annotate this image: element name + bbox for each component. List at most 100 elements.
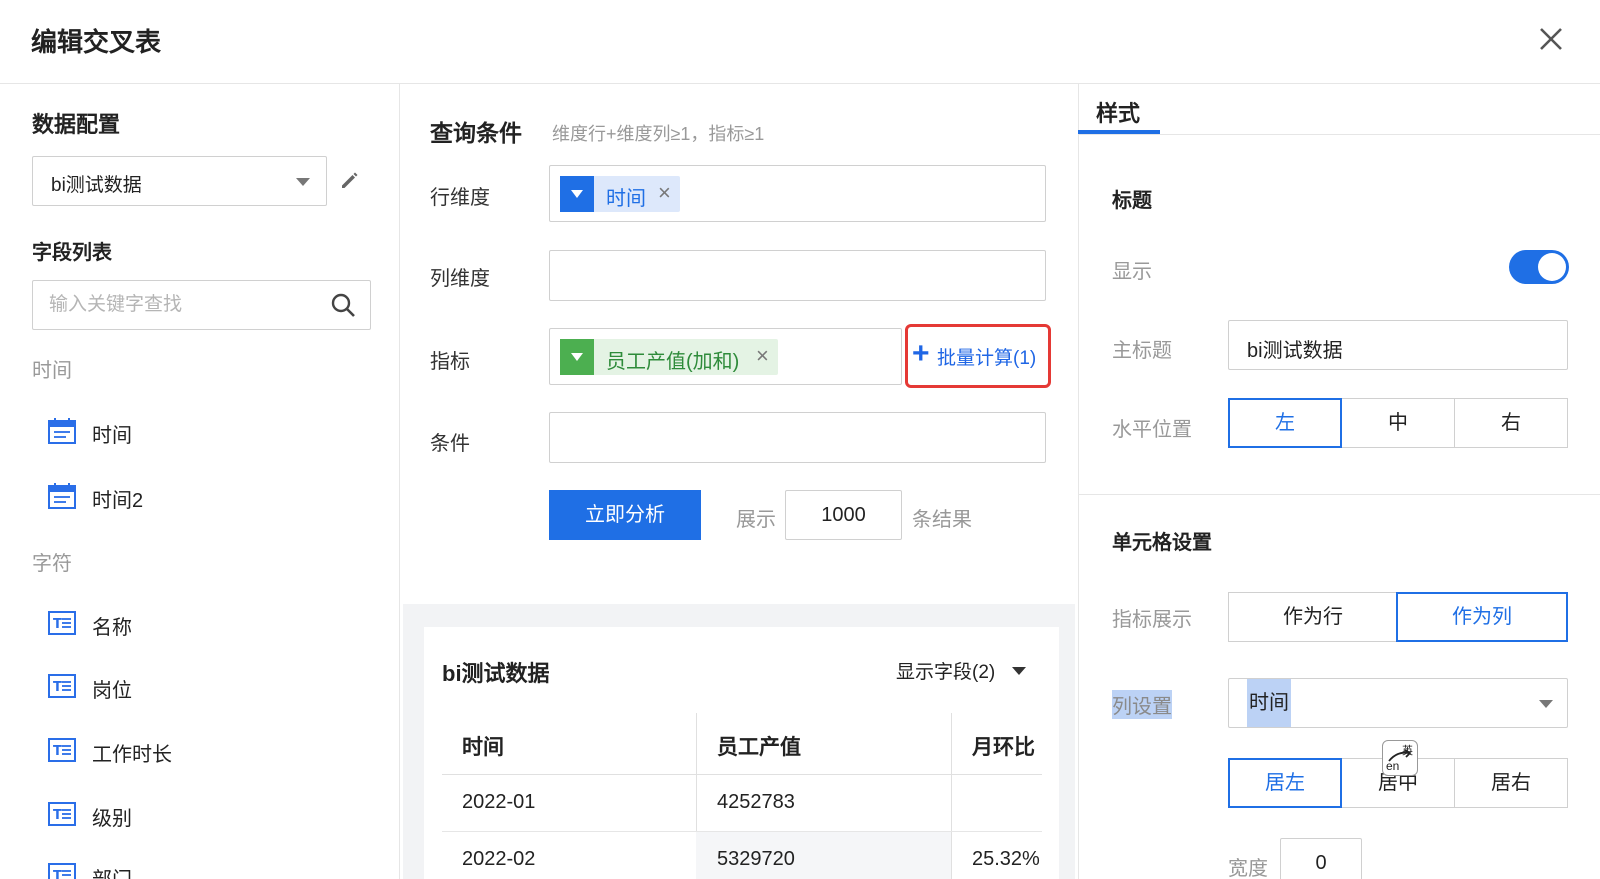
column-setting-label: 列设置 bbox=[1112, 690, 1172, 719]
tag-dropdown-icon[interactable] bbox=[560, 339, 594, 375]
plus-icon: + bbox=[912, 337, 930, 370]
table-row: 2022-02 5329720 25.32% bbox=[442, 832, 1042, 879]
width-label: 宽度 bbox=[1228, 858, 1268, 879]
field-search[interactable] bbox=[32, 280, 371, 330]
title-section-heading: 标题 bbox=[1112, 190, 1152, 212]
cell-section-heading: 单元格设置 bbox=[1112, 532, 1212, 554]
field-item-label: 工作时长 bbox=[92, 744, 172, 766]
query-hint: 维度行+维度列≥1，指标≥1 bbox=[552, 124, 765, 144]
batch-calculate-button[interactable]: + 批量计算(1) bbox=[905, 324, 1051, 388]
field-search-input[interactable] bbox=[49, 291, 319, 319]
calendar-icon bbox=[48, 483, 76, 509]
calendar-icon bbox=[48, 418, 76, 444]
dialog-title: 编辑交叉表 bbox=[31, 27, 162, 57]
close-icon[interactable] bbox=[1538, 26, 1564, 52]
remove-tag-icon[interactable]: × bbox=[658, 180, 671, 206]
table-cell: 5329720 bbox=[717, 848, 795, 870]
column-dimension-dropzone[interactable] bbox=[549, 250, 1046, 301]
column-setting-value: 时间 bbox=[1247, 679, 1291, 727]
table-header: 时间 员工产值 月环比 bbox=[442, 713, 1042, 775]
field-item-label: 岗位 bbox=[92, 680, 132, 702]
tab-bar-line bbox=[1078, 134, 1600, 135]
metric-as-column-button[interactable]: 作为列 bbox=[1396, 592, 1568, 642]
svg-text:T: T bbox=[53, 808, 62, 823]
field-item-label: 级别 bbox=[92, 808, 132, 830]
show-title-toggle[interactable] bbox=[1509, 250, 1569, 284]
svg-text:T: T bbox=[53, 680, 62, 695]
svg-text:T: T bbox=[53, 869, 62, 879]
main-title-input[interactable]: bi测试数据 bbox=[1228, 320, 1568, 370]
table-cell: 4252783 bbox=[717, 791, 795, 813]
show-fields-dropdown[interactable]: 显示字段(2) bbox=[896, 657, 995, 684]
chevron-down-icon[interactable] bbox=[1012, 667, 1026, 675]
width-input[interactable]: 0 bbox=[1280, 838, 1362, 879]
field-item[interactable]: 时间 bbox=[48, 412, 368, 452]
analyze-button[interactable]: 立即分析 bbox=[549, 490, 701, 540]
h-position-left-button[interactable]: 左 bbox=[1228, 398, 1342, 448]
field-item[interactable]: T 部门 bbox=[48, 856, 368, 879]
column-header: 月环比 bbox=[972, 736, 1035, 759]
tab-active-indicator bbox=[1078, 130, 1160, 134]
result-limit-input[interactable]: 1000 bbox=[785, 490, 902, 540]
toggle-knob bbox=[1538, 253, 1566, 281]
h-position-label: 水平位置 bbox=[1112, 419, 1192, 441]
ime-indicator-icon: 英 en bbox=[1382, 740, 1418, 776]
show-fields-label: 显示字段(2) bbox=[896, 662, 996, 683]
search-icon[interactable] bbox=[330, 292, 356, 318]
field-item[interactable]: T 岗位 bbox=[48, 667, 368, 707]
tab-style[interactable]: 样式 bbox=[1096, 96, 1140, 128]
h-position-right-button[interactable]: 右 bbox=[1454, 398, 1568, 448]
show-title-label: 显示 bbox=[1112, 261, 1152, 283]
field-list-title: 字段列表 bbox=[32, 242, 112, 264]
tag-dropdown-icon[interactable] bbox=[560, 176, 594, 212]
ime-arrow-icon bbox=[1388, 749, 1412, 762]
row-dimension-tag[interactable]: 时间 × bbox=[560, 176, 680, 212]
condition-label: 条件 bbox=[430, 433, 470, 455]
metric-tag[interactable]: 员工产值(加和) × bbox=[560, 339, 778, 375]
chevron-down-icon bbox=[296, 178, 310, 186]
section-divider bbox=[1078, 494, 1600, 495]
result-limit-value: 1000 bbox=[821, 504, 866, 526]
column-header: 时间 bbox=[462, 736, 504, 759]
metric-as-row-button[interactable]: 作为行 bbox=[1228, 592, 1398, 642]
text-field-icon: T bbox=[48, 863, 76, 879]
row-dimension-dropzone[interactable]: 时间 × bbox=[549, 165, 1046, 222]
h-position-center-button[interactable]: 中 bbox=[1341, 398, 1455, 448]
field-item-label: 部门 bbox=[92, 863, 132, 879]
metric-dropzone[interactable]: 员工产值(加和) × bbox=[549, 328, 902, 385]
main-title-value: bi测试数据 bbox=[1247, 340, 1343, 362]
metric-tag-label: 员工产值(加和) bbox=[606, 351, 740, 373]
text-field-icon: T bbox=[48, 802, 76, 826]
field-item[interactable]: T 工作时长 bbox=[48, 731, 368, 771]
group-label-time: 时间 bbox=[32, 360, 72, 382]
data-config-title: 数据配置 bbox=[32, 112, 121, 137]
align-left-button[interactable]: 居左 bbox=[1228, 758, 1342, 808]
table-cell: 25.32% bbox=[972, 848, 1040, 870]
field-item[interactable]: T 级别 bbox=[48, 795, 368, 835]
edit-icon[interactable] bbox=[338, 168, 362, 192]
field-item-label: 名称 bbox=[92, 617, 132, 639]
text-field-icon: T bbox=[48, 674, 76, 698]
field-item-label: 时间 bbox=[92, 425, 132, 447]
text-field-icon: T bbox=[48, 738, 76, 762]
field-item[interactable]: 时间2 bbox=[48, 477, 368, 517]
svg-text:T: T bbox=[53, 617, 62, 632]
batch-calculate-label: 批量计算(1) bbox=[937, 348, 1037, 369]
column-setting-select[interactable]: 时间 bbox=[1228, 678, 1568, 728]
row-dimension-label: 行维度 bbox=[430, 187, 490, 209]
table-cell: 2022-02 bbox=[462, 848, 536, 870]
field-item[interactable]: T 名称 bbox=[48, 604, 368, 644]
table-row: 2022-01 4252783 bbox=[442, 775, 1042, 832]
column-dimension-label: 列维度 bbox=[430, 268, 490, 290]
dialog-header bbox=[0, 0, 1600, 84]
group-label-string: 字符 bbox=[32, 553, 72, 575]
preview-title: bi测试数据 bbox=[442, 661, 550, 686]
remove-tag-icon[interactable]: × bbox=[756, 343, 769, 369]
svg-text:T: T bbox=[53, 744, 62, 759]
condition-dropzone[interactable] bbox=[549, 412, 1046, 463]
dataset-select[interactable]: bi测试数据 bbox=[32, 156, 327, 206]
show-count-label: 展示 bbox=[736, 509, 776, 531]
query-title: 查询条件 bbox=[430, 120, 522, 146]
align-right-button[interactable]: 居右 bbox=[1454, 758, 1568, 808]
text-field-icon: T bbox=[48, 611, 76, 635]
